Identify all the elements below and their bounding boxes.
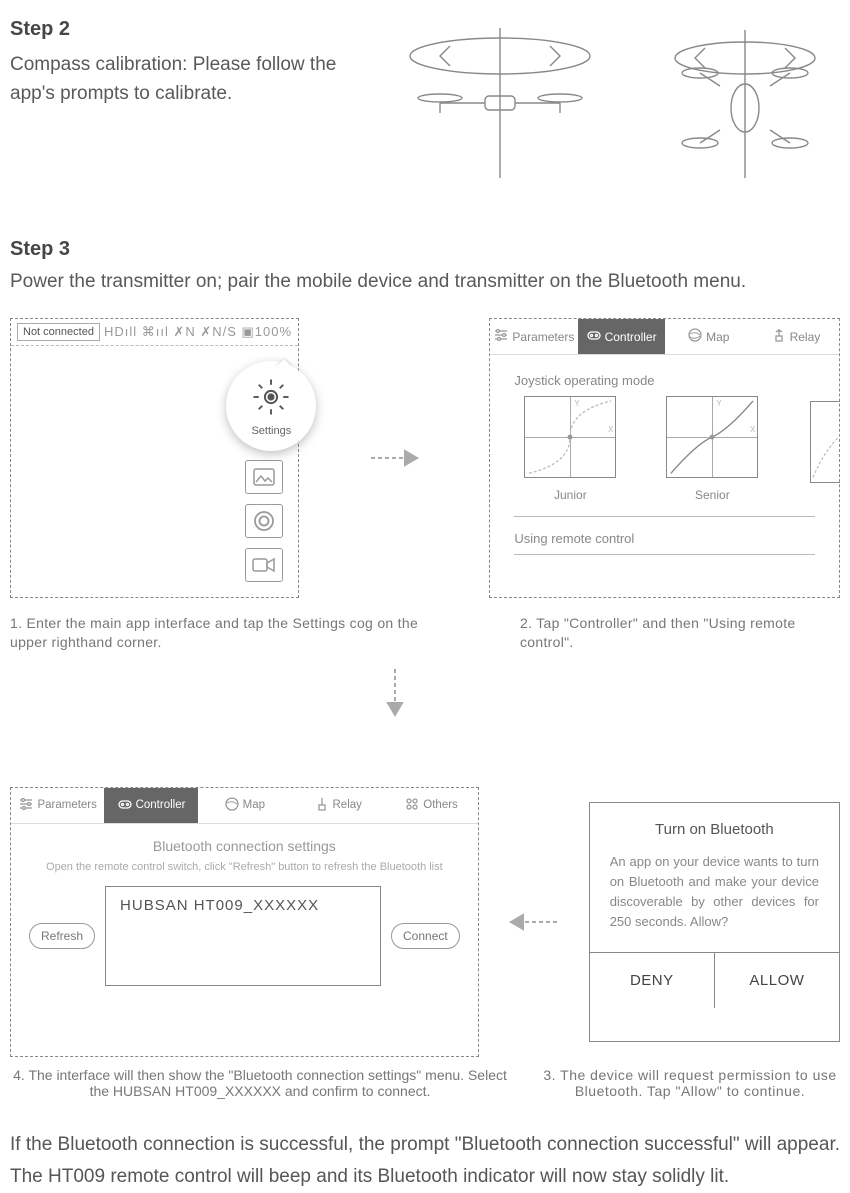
app-main-interface-panel: Not connected HDıll ⌘ııl ✗N ✗N/S ▣100% S… bbox=[10, 318, 299, 598]
parameters-icon bbox=[18, 796, 34, 815]
dialog-title: Turn on Bluetooth bbox=[610, 821, 819, 838]
joystick-senior-graph[interactable]: YX bbox=[666, 396, 758, 478]
status-bar-icons: HDıll ⌘ııl ✗N ✗N/S ▣100% bbox=[104, 324, 292, 340]
tab-controller[interactable]: Controller bbox=[578, 319, 665, 355]
tab3-others-label: Others bbox=[423, 799, 458, 811]
deny-button[interactable]: DENY bbox=[590, 953, 715, 1008]
settings-button[interactable]: Settings bbox=[226, 361, 316, 451]
tab3-parameters[interactable]: Parameters bbox=[11, 788, 104, 824]
step3-title: Step 3 bbox=[10, 238, 840, 261]
tab3-relay[interactable]: Relay bbox=[291, 788, 384, 824]
joystick-junior-graph[interactable]: YX bbox=[524, 396, 616, 478]
bt-settings-subtitle: Open the remote control switch, click "R… bbox=[29, 860, 460, 874]
junior-label: Junior bbox=[554, 488, 587, 502]
map-icon bbox=[687, 327, 703, 346]
dialog-text: An app on your device wants to turn on B… bbox=[610, 852, 819, 933]
caption-2: 2. Tap "Controller" and then "Using remo… bbox=[440, 614, 840, 652]
arrow-left-icon bbox=[509, 910, 559, 934]
parameters-icon bbox=[493, 327, 509, 346]
bluetooth-settings-panel: Parameters Controller Map Relay Others B… bbox=[10, 787, 479, 1057]
gallery-icon[interactable] bbox=[245, 460, 283, 494]
tab-relay[interactable]: Relay bbox=[752, 319, 839, 355]
bluetooth-device-item[interactable]: HUBSAN HT009_XXXXXX bbox=[120, 897, 319, 914]
others-icon bbox=[404, 796, 420, 815]
connect-button[interactable]: Connect bbox=[391, 923, 460, 949]
relay-icon bbox=[771, 327, 787, 346]
tab3-map[interactable]: Map bbox=[198, 788, 291, 824]
tab3-others[interactable]: Others bbox=[384, 788, 477, 824]
settings-label: Settings bbox=[251, 425, 291, 437]
tab3-relay-label: Relay bbox=[333, 799, 362, 811]
record-icon[interactable] bbox=[245, 504, 283, 538]
step2-body: Compass calibration: Please follow the a… bbox=[10, 51, 360, 108]
arrow-right-icon bbox=[369, 446, 419, 470]
tab3-controller[interactable]: Controller bbox=[104, 788, 197, 824]
caption-3: 3. The device will request permission to… bbox=[510, 1067, 840, 1099]
bluetooth-device-list[interactable]: HUBSAN HT009_XXXXXX bbox=[105, 886, 381, 986]
tab-map-label: Map bbox=[706, 330, 729, 344]
bluetooth-permission-dialog: Turn on Bluetooth An app on your device … bbox=[589, 802, 840, 1042]
tab-map[interactable]: Map bbox=[665, 319, 752, 355]
relay-icon bbox=[314, 796, 330, 815]
step3-body: Power the transmitter on; pair the mobil… bbox=[10, 271, 840, 293]
arrow-down-icon bbox=[383, 667, 407, 717]
tab3-parameters-label: Parameters bbox=[37, 799, 96, 811]
tab-parameters[interactable]: Parameters bbox=[490, 319, 577, 355]
using-remote-control-option[interactable]: Using remote control bbox=[514, 517, 815, 555]
caption-1: 1. Enter the main app interface and tap … bbox=[10, 614, 440, 652]
refresh-button[interactable]: Refresh bbox=[29, 923, 95, 949]
controller-settings-panel: Parameters Controller Map Relay Joystick… bbox=[489, 318, 840, 598]
controller-icon bbox=[586, 327, 602, 346]
final-paragraph: If the Bluetooth connection is successfu… bbox=[10, 1129, 840, 1193]
connection-status: Not connected bbox=[17, 323, 100, 341]
allow-button[interactable]: ALLOW bbox=[715, 953, 839, 1008]
controller-icon bbox=[117, 796, 133, 815]
joystick-extra-graph bbox=[810, 401, 840, 483]
compass-calibration-illustration bbox=[380, 18, 840, 188]
senior-label: Senior bbox=[695, 488, 730, 502]
tab-relay-label: Relay bbox=[790, 330, 821, 344]
joystick-mode-label: Joystick operating mode bbox=[514, 373, 815, 388]
tab-controller-label: Controller bbox=[605, 330, 657, 344]
map-icon bbox=[224, 796, 240, 815]
tab-parameters-label: Parameters bbox=[512, 330, 574, 344]
caption-4: 4. The interface will then show the "Blu… bbox=[10, 1067, 510, 1099]
step2-title: Step 2 bbox=[10, 18, 360, 41]
bt-settings-title: Bluetooth connection settings bbox=[29, 838, 460, 854]
tab3-map-label: Map bbox=[243, 799, 265, 811]
video-icon[interactable] bbox=[245, 548, 283, 582]
tab3-controller-label: Controller bbox=[136, 799, 186, 811]
gear-icon bbox=[250, 376, 292, 423]
